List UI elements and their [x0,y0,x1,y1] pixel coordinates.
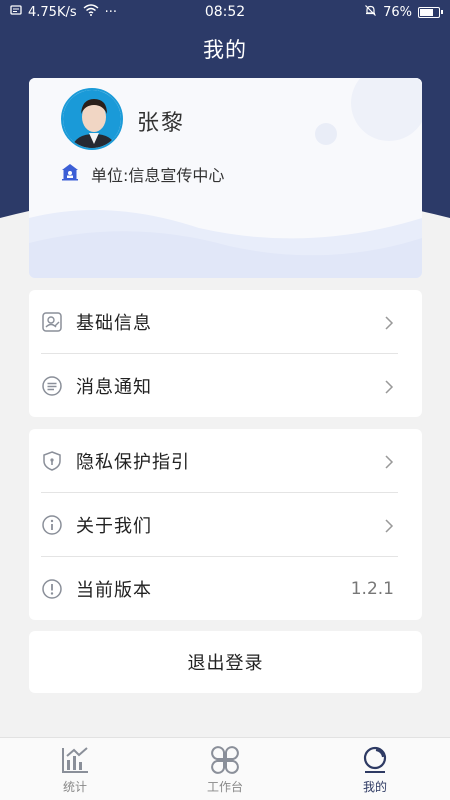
menu-item-about-us[interactable]: 关于我们 [29,493,422,556]
nav-label: 工作台 [206,780,243,794]
unit-label: 单位:信息宣传中心 [91,166,225,185]
id-card-icon [41,311,63,333]
unit-row: 单位:信息宣传中心 [61,162,224,186]
menu-item-notifications[interactable]: 消息通知 [29,354,422,417]
battery-icon [418,6,443,18]
menu-group-about: 隐私保护指引 关于我们 当前版本 1.2.1 [29,429,422,620]
bottom-nav: 统计 工作台 我的 [0,737,450,800]
menu-group-account: 基础信息 消息通知 [29,290,422,417]
chevron-right-icon [382,379,396,394]
menu-label: 消息通知 [76,376,152,398]
menu-label: 关于我们 [76,515,152,537]
chart-icon [59,744,91,776]
chevron-right-icon [382,518,396,533]
alert-icon [41,578,63,600]
building-icon [61,163,79,185]
menu-item-current-version: 当前版本 1.2.1 [29,557,422,620]
user-name: 张黎 [137,111,186,136]
chevron-right-icon [382,315,396,330]
status-bar: 4.75K/s ··· 08:52 76% [0,0,450,24]
nav-label: 我的 [362,780,387,794]
avatar[interactable] [61,88,123,150]
nav-item-workbench[interactable]: 工作台 [150,738,300,800]
chevron-right-icon [382,454,396,469]
wifi-icon [83,4,99,20]
mute-bell-icon [364,4,377,21]
profile-card: 张黎 单位:信息宣传中心 [29,78,422,278]
nav-item-statistics[interactable]: 统计 [0,738,150,800]
menu-label: 隐私保护指引 [76,451,190,473]
nav-item-mine[interactable]: 我的 [300,738,450,800]
grid-icon [209,744,241,776]
profile-icon [359,744,391,776]
signal-icon [10,4,22,20]
version-value: 1.2.1 [350,578,394,599]
nav-label: 统计 [62,780,87,794]
page-title: 我的 [203,38,247,62]
network-speed: 4.75K/s [28,4,77,20]
menu-label: 当前版本 [76,579,152,601]
menu-label: 基础信息 [76,312,152,334]
more-indicator: ··· [104,4,118,20]
battery-percent: 76% [383,4,412,20]
menu-item-privacy-guide[interactable]: 隐私保护指引 [29,429,422,492]
info-icon [41,514,63,536]
shield-icon [41,450,63,472]
message-icon [41,375,63,397]
menu-item-basic-info[interactable]: 基础信息 [29,290,422,353]
logout-button[interactable]: 退出登录 [29,631,422,693]
